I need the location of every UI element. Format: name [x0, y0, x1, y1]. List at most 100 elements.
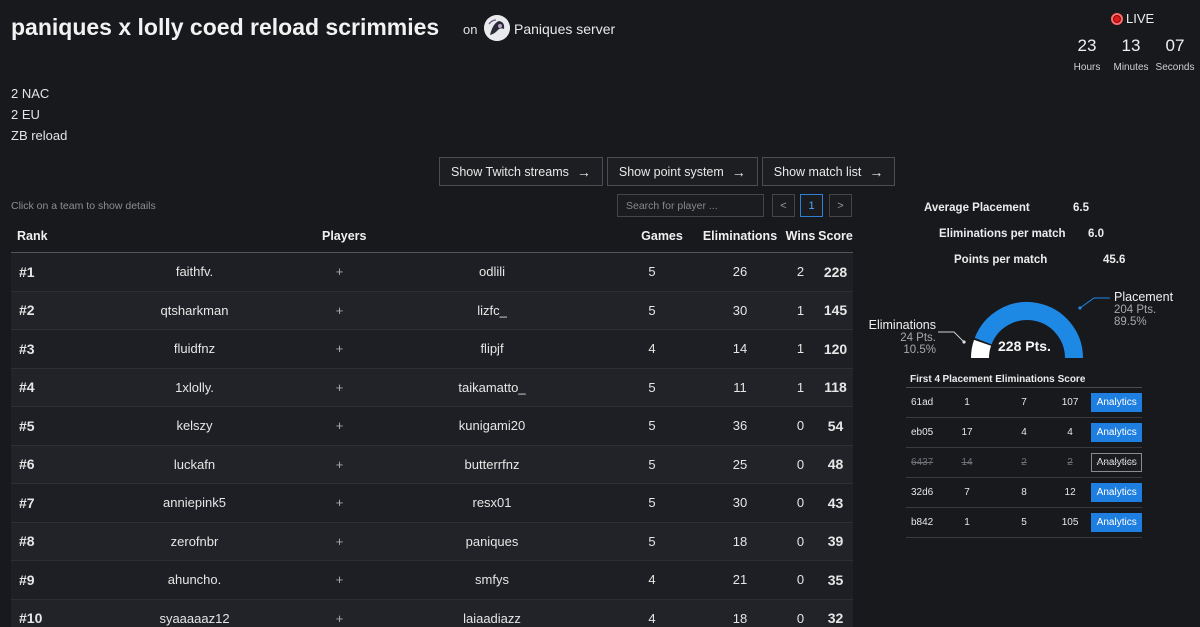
gauge-eliminations-arc — [971, 339, 992, 359]
table-row[interactable]: #4 1xlolly. + taikamatto_ 5 11 1 118 — [11, 368, 853, 407]
points-gauge: Eliminations 24 Pts. 10.5% Placement 204… — [866, 290, 1173, 370]
gauge-elim-label: Eliminations 24 Pts. 10.5% — [866, 318, 936, 356]
player-2-cell: laiaadiazz — [463, 610, 521, 626]
wins-cell: 2 — [796, 264, 805, 280]
score-cell: 228 — [823, 263, 848, 280]
leaderboard-table: Rank Players Games Eliminations Wins Sco… — [11, 220, 853, 627]
player-2-cell: paniques — [465, 533, 519, 549]
plus-icon: + — [335, 533, 344, 549]
event-description: 2 NAC 2 EU ZB reload — [11, 83, 67, 146]
next-page-button[interactable]: > — [829, 194, 852, 217]
server-name-link[interactable]: Paniques server — [514, 21, 615, 37]
eliminations-cell: 36 — [732, 418, 748, 434]
show-point-system-button[interactable]: Show point system → — [606, 157, 758, 186]
place-leader-line — [1079, 297, 1110, 309]
player-1-cell: zerofnbr — [170, 533, 219, 549]
match-id-cell: eb05 — [911, 427, 934, 438]
score-cell: 32 — [827, 610, 844, 627]
eliminations-cell: 11 — [733, 379, 747, 395]
avg-placement-label: Average Placement — [924, 202, 1030, 214]
elims-per-match-label: Eliminations per match — [939, 228, 1066, 240]
table-row[interactable]: #1 faithfv. + odlili 5 26 2 228 — [11, 253, 853, 292]
match-placement-cell: 14 — [961, 457, 973, 468]
match-row: 32d6 7 8 12 Analytics — [906, 478, 1142, 508]
plus-icon: + — [335, 379, 344, 395]
player-2-cell: flipjf — [480, 341, 504, 357]
page-number: 1 — [808, 199, 815, 212]
player-1-cell: faithfv. — [175, 264, 214, 280]
points-per-match-value: 45.6 — [1103, 254, 1126, 266]
gauge-place-label: Placement 204 Pts. 89.5% — [1114, 290, 1173, 328]
match-header-placement: Placement — [942, 374, 993, 385]
rank-cell: #3 — [19, 340, 35, 357]
match-header-eliminations: Eliminations — [995, 374, 1055, 385]
wins-cell: 0 — [796, 495, 805, 511]
header-rank: Rank — [17, 229, 48, 243]
header-wins: Wins — [785, 229, 816, 243]
table-row[interactable]: #7 anniepink5 + resx01 5 30 0 43 — [11, 484, 853, 523]
gauge-place-percent: 89.5% — [1114, 316, 1147, 328]
table-row[interactable]: #2 qtsharkman + lizfc_ 5 30 1 145 — [11, 291, 853, 330]
analytics-button[interactable]: Analytics — [1091, 393, 1142, 412]
chevron-right-icon: > — [837, 199, 844, 212]
match-header-id: First 4 — [910, 374, 941, 385]
match-eliminations-cell: 2 — [1021, 457, 1027, 468]
match-placement-cell: 1 — [964, 517, 970, 528]
table-row[interactable]: #10 syaaaaaz12 + laiaadiazz 4 18 0 32 — [11, 599, 853, 627]
elim-leader-line — [938, 331, 965, 343]
wins-cell: 0 — [796, 418, 805, 434]
analytics-button[interactable]: Analytics — [1091, 483, 1142, 502]
player-search-input[interactable] — [617, 194, 764, 217]
description-line: 2 NAC — [11, 86, 50, 101]
eliminations-cell: 18 — [732, 610, 748, 626]
server-avatar[interactable] — [484, 15, 510, 41]
show-match-list-button[interactable]: Show match list → — [761, 157, 896, 186]
eliminations-cell: 30 — [732, 495, 748, 511]
plus-icon: + — [335, 572, 344, 588]
player-1-cell: qtsharkman — [160, 302, 229, 318]
match-score-cell: 12 — [1064, 487, 1076, 498]
score-cell: 43 — [827, 494, 844, 511]
page-title: paniques x lolly coed reload scrimmies — [11, 14, 440, 40]
player-1-cell: luckafn — [173, 456, 216, 472]
live-dot-icon — [1111, 12, 1123, 25]
table-row[interactable]: #5 kelszy + kunigami20 5 36 0 54 — [11, 407, 853, 446]
wins-cell: 1 — [796, 302, 805, 318]
table-row[interactable]: #3 fluidfnz + flipjf 4 14 1 120 — [11, 330, 853, 369]
games-cell: 5 — [648, 302, 656, 318]
analytics-button[interactable]: Analytics — [1091, 513, 1142, 532]
player-2-cell: taikamatto_ — [458, 379, 526, 395]
score-cell: 120 — [823, 340, 848, 357]
match-eliminations-cell: 8 — [1021, 487, 1027, 498]
timer-seconds-value: 07 — [1165, 36, 1185, 55]
match-score-cell: 2 — [1067, 457, 1073, 468]
arrow-right-icon: → — [576, 163, 591, 180]
action-buttons: Show Twitch streams → Show point system → … — [439, 157, 896, 186]
show-twitch-streams-button[interactable]: Show Twitch streams → — [439, 157, 603, 186]
table-row[interactable]: #8 zerofnbr + paniques 5 18 0 39 — [11, 522, 853, 561]
table-row[interactable]: #9 ahuncho. + smfys 4 21 0 35 — [11, 561, 853, 600]
analytics-button[interactable]: Analytics — [1091, 453, 1142, 472]
rank-cell: #4 — [19, 379, 35, 396]
score-cell: 118 — [824, 379, 847, 396]
match-id-cell: 32d6 — [911, 487, 934, 498]
gauge-place-title: Placement — [1114, 290, 1174, 304]
analytics-button[interactable]: Analytics — [1091, 423, 1142, 442]
games-cell: 5 — [648, 418, 656, 434]
header-players: Players — [322, 229, 367, 243]
arrow-right-icon: → — [869, 163, 884, 180]
prev-page-button[interactable]: < — [772, 194, 795, 217]
player-1-cell: kelszy — [176, 418, 213, 434]
header-score: Score — [818, 229, 853, 243]
player-1-cell: anniepink5 — [163, 495, 226, 511]
timer-seconds-label: Seconds — [1155, 62, 1195, 73]
on-label: on — [463, 22, 478, 37]
match-table: First 4 Placement Eliminations Score 61a… — [906, 372, 1142, 538]
button-label: Show point system — [618, 164, 724, 179]
table-header: Rank Players Games Eliminations Wins Sco… — [11, 220, 853, 253]
table-row[interactable]: #6 luckafn + butterrfnz 5 25 0 48 — [11, 445, 853, 484]
chevron-left-icon: < — [780, 199, 787, 212]
match-eliminations-cell: 5 — [1021, 517, 1027, 528]
page-1-button[interactable]: 1 — [800, 194, 823, 217]
eliminations-cell: 26 — [732, 264, 748, 280]
